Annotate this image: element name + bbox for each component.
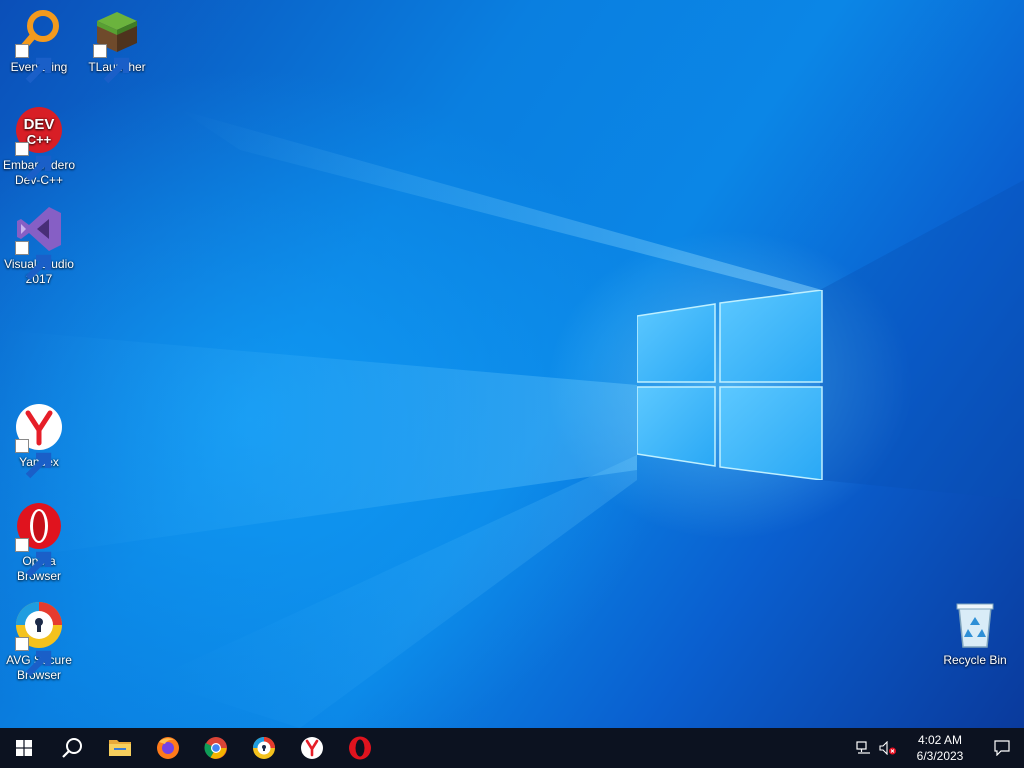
desktop-icon-opera[interactable]: Opera Browser xyxy=(1,502,77,584)
opera-icon xyxy=(349,736,371,760)
desktop-wallpaper xyxy=(0,0,1024,728)
shortcut-arrow-icon xyxy=(93,44,130,84)
recycle-bin-icon xyxy=(951,601,999,649)
everything-magnifier-icon xyxy=(15,8,63,84)
volume-muted-icon xyxy=(879,741,896,755)
search-icon xyxy=(62,738,82,758)
taskbar-clock[interactable]: 4:02 AM 6/3/2023 xyxy=(900,732,980,764)
clock-time: 4:02 AM xyxy=(917,733,963,747)
desktop-icon-avg-secure-browser[interactable]: AVG Secure Browser xyxy=(1,601,77,683)
dev-cpp-icon: DEV C++ xyxy=(15,106,63,182)
notification-icon xyxy=(994,740,1010,756)
taskbar: 4:02 AM 6/3/2023 xyxy=(0,728,1024,768)
avg-icon xyxy=(15,601,63,677)
desktop-icon-everything[interactable]: Everything xyxy=(1,8,77,84)
shortcut-arrow-icon xyxy=(15,637,52,677)
file-explorer-icon xyxy=(109,740,131,756)
taskbar-avg-browser[interactable] xyxy=(240,728,288,768)
start-icon xyxy=(16,740,32,756)
shortcut-arrow-icon xyxy=(15,538,52,578)
windows-logo xyxy=(637,290,823,480)
clock-date: 6/3/2023 xyxy=(916,749,964,763)
chrome-icon xyxy=(204,737,227,759)
shortcut-arrow-icon xyxy=(15,439,52,479)
system-tray: 4:02 AM 6/3/2023 xyxy=(852,728,1024,768)
taskbar-yandex[interactable] xyxy=(288,728,336,768)
network-button[interactable] xyxy=(852,728,876,768)
shortcut-arrow-icon xyxy=(15,44,52,84)
yandex-icon xyxy=(301,737,323,759)
visual-studio-icon xyxy=(15,205,63,281)
desktop-icon-label: Recycle Bin xyxy=(943,653,1007,667)
desktop-icon-yandex[interactable]: Yandex xyxy=(1,403,77,479)
taskbar-file-explorer[interactable] xyxy=(96,728,144,768)
taskbar-chrome[interactable] xyxy=(192,728,240,768)
grass-block-icon xyxy=(93,8,141,84)
taskbar-firefox[interactable] xyxy=(144,728,192,768)
action-center-button[interactable] xyxy=(980,728,1024,768)
shortcut-arrow-icon xyxy=(15,142,52,182)
firefox-icon xyxy=(157,737,179,759)
yandex-icon xyxy=(15,403,63,479)
desktop-icon-devcpp[interactable]: DEV C++ Embarcadero Dev-C++ xyxy=(1,106,77,188)
network-icon xyxy=(856,741,870,754)
avg-browser-icon xyxy=(253,737,275,759)
desktop-icon-recycle-bin[interactable]: Recycle Bin xyxy=(937,601,1013,668)
volume-button[interactable] xyxy=(876,728,900,768)
shortcut-arrow-icon xyxy=(15,241,52,281)
svg-text:DEV: DEV xyxy=(24,116,55,133)
desktop-icon-tlauncher[interactable]: TLauncher xyxy=(79,8,155,84)
search-button[interactable] xyxy=(48,728,96,768)
opera-icon xyxy=(15,502,63,578)
desktop-icon-visual-studio[interactable]: Visual Studio 2017 xyxy=(1,205,77,287)
start-button[interactable] xyxy=(0,728,48,768)
taskbar-opera[interactable] xyxy=(336,728,384,768)
